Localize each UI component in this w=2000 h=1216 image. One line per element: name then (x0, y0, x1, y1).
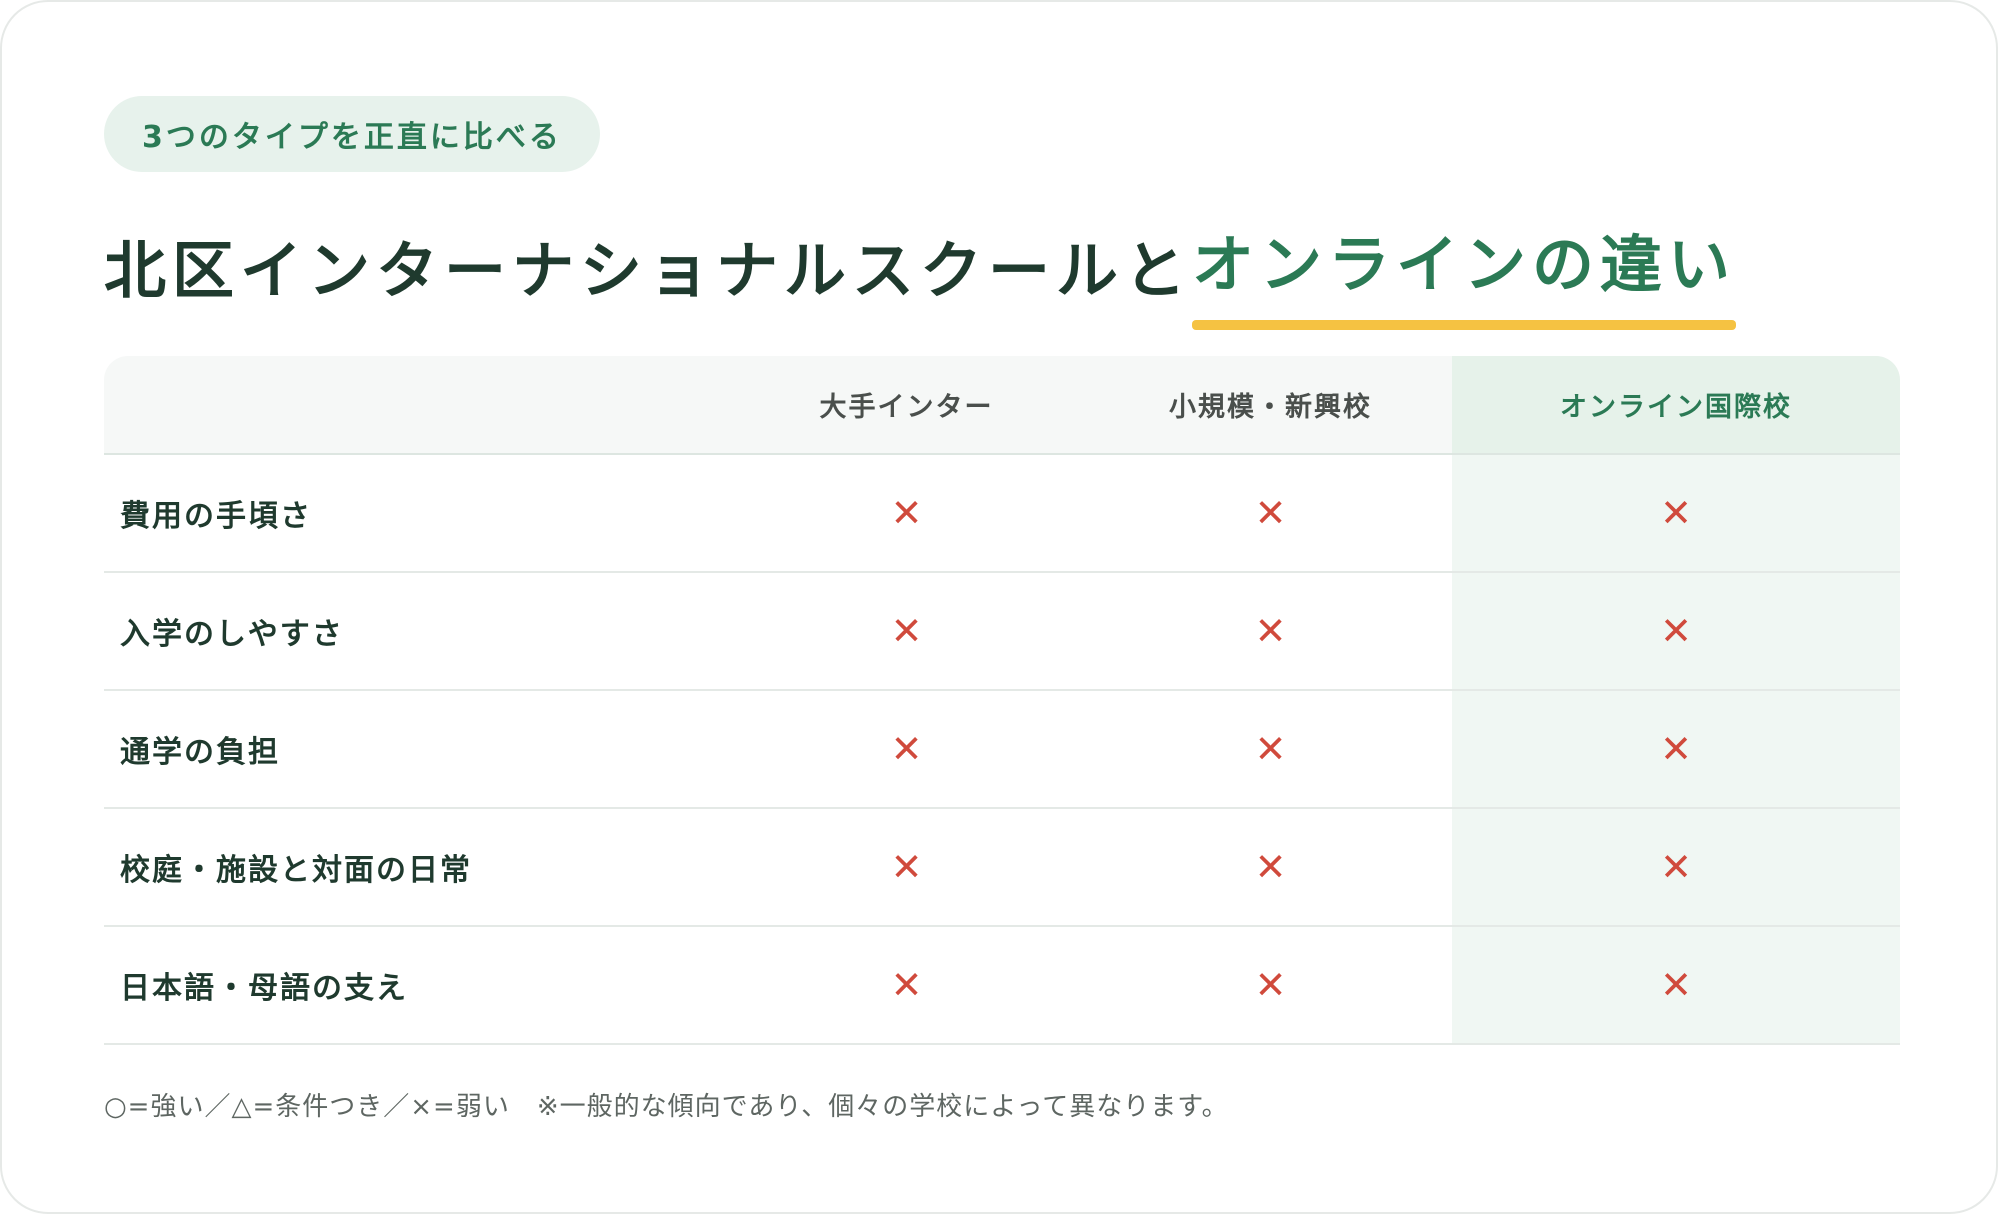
row-label: 費用の手頃さ (120, 499, 312, 534)
cross-icon: ✕ (890, 727, 923, 771)
cross-icon: ✕ (1660, 609, 1692, 653)
cross-icon: ✕ (1660, 963, 1692, 1007)
cross-icon: ✕ (1660, 845, 1692, 889)
cell-small-new: ✕ (1089, 809, 1452, 925)
table-row: 費用の手頃さ ✕ ✕ ✕ (104, 455, 1900, 573)
row-label: 校庭・施設と対面の日常 (120, 853, 472, 888)
table-header-row: 大手インター 小規模・新興校 オンライン国際校 (104, 356, 1900, 455)
header-cell-online: オンライン国際校 (1452, 356, 1900, 453)
title-accent: オンラインの違い (1192, 214, 1737, 330)
cell-major-inter: ✕ (724, 455, 1089, 571)
cross-icon: ✕ (1254, 609, 1287, 653)
cell-small-new: ✕ (1089, 691, 1452, 807)
title-accent-text: オンラインの違い (1192, 228, 1737, 301)
row-label: 日本語・母語の支え (120, 971, 408, 1006)
comparison-table: 大手インター 小規模・新興校 オンライン国際校 費用の手頃さ ✕ ✕ ✕ 入学の… (104, 356, 1900, 1045)
cell-major-inter: ✕ (724, 809, 1089, 925)
cross-icon: ✕ (1660, 491, 1692, 535)
title-main: 北区インターナショナルスクールと (104, 234, 1193, 307)
header-cell-small-new: 小規模・新興校 (1169, 392, 1372, 423)
header-cell-major-inter: 大手インター (819, 392, 994, 423)
table-row: 入学のしやすさ ✕ ✕ ✕ (104, 573, 1900, 691)
cell-major-inter: ✕ (724, 927, 1089, 1043)
cross-icon: ✕ (890, 609, 923, 653)
cross-icon: ✕ (1660, 727, 1692, 771)
cell-small-new: ✕ (1089, 573, 1452, 689)
cell-online: ✕ (1452, 455, 1900, 571)
cell-major-inter: ✕ (724, 691, 1089, 807)
cross-icon: ✕ (890, 963, 923, 1007)
title-underline (1192, 320, 1737, 330)
table-row: 日本語・母語の支え ✕ ✕ ✕ (104, 927, 1900, 1045)
cell-online: ✕ (1452, 691, 1900, 807)
cross-icon: ✕ (1254, 845, 1287, 889)
table-row: 校庭・施設と対面の日常 ✕ ✕ ✕ (104, 809, 1900, 927)
legend-footnote: ○=強い／△=条件つき／×=弱い ※一般的な傾向であり、個々の学校によって異なり… (104, 1092, 1229, 1122)
cell-major-inter: ✕ (724, 573, 1089, 689)
cross-icon: ✕ (1254, 963, 1287, 1007)
table-row: 通学の負担 ✕ ✕ ✕ (104, 691, 1900, 809)
cross-icon: ✕ (1254, 491, 1287, 535)
cell-small-new: ✕ (1089, 455, 1452, 571)
cross-icon: ✕ (890, 491, 923, 535)
section-badge: 3つのタイプを正直に比べる (104, 96, 600, 172)
row-label: 入学のしやすさ (120, 617, 344, 652)
comparison-card: 3つのタイプを正直に比べる 北区インターナショナルスクールと オンラインの違い 大… (0, 0, 1998, 1214)
cross-icon: ✕ (890, 845, 923, 889)
cross-icon: ✕ (1254, 727, 1287, 771)
page-title: 北区インターナショナルスクールと オンラインの違い (104, 214, 1737, 330)
cell-online: ✕ (1452, 927, 1900, 1043)
cell-online: ✕ (1452, 573, 1900, 689)
cell-online: ✕ (1452, 809, 1900, 925)
cell-small-new: ✕ (1089, 927, 1452, 1043)
header-cell-label (104, 356, 724, 453)
row-label: 通学の負担 (120, 735, 280, 770)
